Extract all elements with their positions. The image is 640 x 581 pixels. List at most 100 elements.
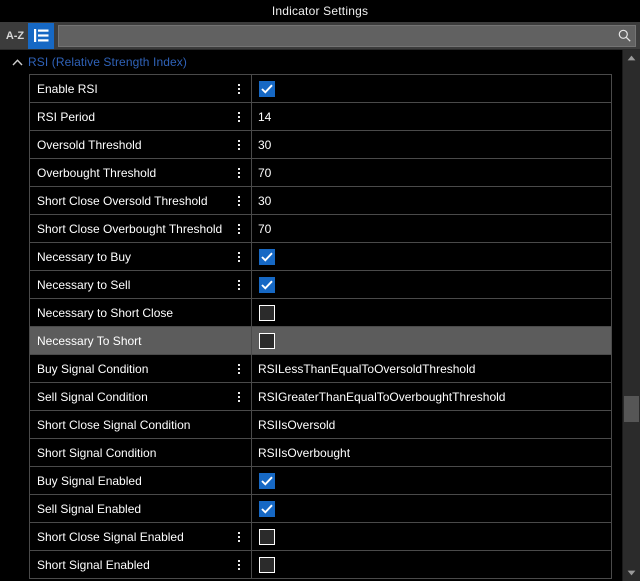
- checkbox-checked-icon[interactable]: [259, 500, 275, 517]
- kebab-menu-icon[interactable]: [231, 279, 247, 290]
- sort-az-label: A-Z: [5, 29, 25, 42]
- group-header-rsi[interactable]: RSI (Relative Strength Index): [0, 50, 622, 74]
- kebab-menu-icon[interactable]: [231, 195, 247, 206]
- caret-down-icon[interactable]: [623, 565, 640, 581]
- row-label: Necessary To Short: [37, 333, 142, 348]
- checkbox-checked-icon[interactable]: [259, 276, 275, 293]
- row-value-cell[interactable]: [252, 551, 611, 578]
- table-row[interactable]: Enable RSI: [30, 75, 611, 103]
- checkbox-unchecked-icon[interactable]: [259, 528, 275, 545]
- table-row[interactable]: Necessary to Sell: [30, 271, 611, 299]
- table-row[interactable]: Overbought Threshold 70: [30, 159, 611, 187]
- row-value-cell[interactable]: [252, 495, 611, 522]
- table-row[interactable]: Oversold Threshold 30: [30, 131, 611, 159]
- row-label-cell: RSI Period: [30, 103, 252, 130]
- row-value: 30: [258, 193, 272, 208]
- table-row[interactable]: Short Close Signal Enabled: [30, 523, 611, 551]
- table-row[interactable]: Short Signal Enabled: [30, 551, 611, 579]
- sort-alphabetical-icon[interactable]: A-Z: [2, 23, 28, 49]
- row-value-cell[interactable]: [252, 75, 611, 102]
- table-row[interactable]: RSI Period 14: [30, 103, 611, 131]
- row-label: RSI Period: [37, 109, 96, 124]
- settings-tree-pane: RSI (Relative Strength Index) Enable RSI…: [0, 50, 622, 581]
- kebab-menu-icon[interactable]: [231, 559, 247, 570]
- row-label: Buy Signal Enabled: [37, 473, 142, 488]
- row-value-cell[interactable]: [252, 243, 611, 270]
- kebab-menu-icon[interactable]: [231, 251, 247, 262]
- row-label: Oversold Threshold: [37, 137, 142, 152]
- kebab-menu-icon[interactable]: [231, 111, 247, 122]
- row-label: Necessary to Short Close: [37, 305, 174, 320]
- search-input[interactable]: [59, 25, 613, 46]
- checkbox-checked-icon[interactable]: [259, 472, 275, 489]
- table-row[interactable]: Necessary To Short: [30, 327, 611, 355]
- caret-up-icon[interactable]: [623, 50, 640, 66]
- row-value: RSIIsOversold: [258, 417, 336, 432]
- table-row[interactable]: Necessary to Buy: [30, 243, 611, 271]
- row-label: Necessary to Buy: [37, 249, 132, 264]
- row-value-cell[interactable]: [252, 523, 611, 550]
- kebab-menu-icon[interactable]: [231, 223, 247, 234]
- table-row[interactable]: Sell Signal Condition RSIGreaterThanEqual…: [30, 383, 611, 411]
- row-label-cell: Buy Signal Condition: [30, 355, 252, 382]
- row-value-cell[interactable]: RSIGreaterThanEqualToOverboughtThreshold: [252, 383, 611, 410]
- table-row[interactable]: Short Close Signal Condition RSIIsOversol…: [30, 411, 611, 439]
- table-row[interactable]: Buy Signal Enabled: [30, 467, 611, 495]
- table-row[interactable]: Necessary to Short Close: [30, 299, 611, 327]
- row-value-cell[interactable]: 30: [252, 187, 611, 214]
- checkbox-unchecked-icon[interactable]: [259, 304, 275, 321]
- row-value-cell[interactable]: [252, 271, 611, 298]
- tree-list-icon[interactable]: [28, 22, 54, 49]
- row-label-cell: Short Close Signal Enabled: [30, 523, 252, 550]
- row-label-cell: Short Signal Condition: [30, 439, 252, 466]
- kebab-menu-icon[interactable]: [231, 363, 247, 374]
- checkbox-checked-icon[interactable]: [259, 80, 275, 97]
- vertical-scrollbar[interactable]: [622, 50, 640, 581]
- table-row[interactable]: Short Close Overbought Threshold 70: [30, 215, 611, 243]
- row-value-cell[interactable]: [252, 467, 611, 494]
- row-value-cell[interactable]: 70: [252, 159, 611, 186]
- row-label-cell: Sell Signal Condition: [30, 383, 252, 410]
- row-value-cell[interactable]: [252, 299, 611, 326]
- row-label: Short Signal Condition: [37, 445, 157, 460]
- table-row[interactable]: Short Close Oversold Threshold 30: [30, 187, 611, 215]
- table-row[interactable]: Short Signal Condition RSIIsOverbought: [30, 439, 611, 467]
- row-label: Enable RSI: [37, 81, 98, 96]
- row-value-cell[interactable]: RSIIsOversold: [252, 411, 611, 438]
- scrollbar-track[interactable]: [623, 66, 640, 565]
- row-value-cell[interactable]: 14: [252, 103, 611, 130]
- row-label: Short Close Overbought Threshold: [37, 221, 223, 236]
- table-row[interactable]: Buy Signal Condition RSILessThanEqualToOv…: [30, 355, 611, 383]
- indicator-settings-window: Indicator Settings A-Z RSI (Relative Str…: [0, 0, 640, 581]
- checkbox-unchecked-icon[interactable]: [259, 556, 275, 573]
- search-icon[interactable]: [613, 26, 635, 46]
- scrollbar-thumb[interactable]: [624, 396, 639, 422]
- row-value: 14: [258, 109, 272, 124]
- chevron-up-icon[interactable]: [6, 50, 28, 74]
- row-value-cell[interactable]: [252, 327, 611, 354]
- group-title: RSI (Relative Strength Index): [28, 55, 187, 69]
- row-value-cell[interactable]: RSIIsOverbought: [252, 439, 611, 466]
- kebab-menu-icon[interactable]: [231, 167, 247, 178]
- checkbox-unchecked-icon[interactable]: [259, 332, 275, 349]
- checkbox-checked-icon[interactable]: [259, 248, 275, 265]
- row-label: Short Signal Enabled: [37, 557, 150, 572]
- row-value-cell[interactable]: 30: [252, 131, 611, 158]
- row-label: Necessary to Sell: [37, 277, 131, 292]
- row-value-cell[interactable]: 70: [252, 215, 611, 242]
- kebab-menu-icon[interactable]: [231, 531, 247, 542]
- row-value-cell[interactable]: RSILessThanEqualToOversoldThreshold: [252, 355, 611, 382]
- table-row[interactable]: Sell Signal Enabled: [30, 495, 611, 523]
- row-label-cell: Short Close Signal Condition: [30, 411, 252, 438]
- kebab-menu-icon[interactable]: [231, 139, 247, 150]
- row-label: Overbought Threshold: [37, 165, 157, 180]
- row-label-cell: Necessary to Sell: [30, 271, 252, 298]
- settings-row-list: Enable RSI RSI Period 14 Oversold Threshold…: [29, 74, 612, 579]
- row-label: Sell Signal Condition: [37, 389, 148, 404]
- search-bar[interactable]: [58, 24, 636, 47]
- row-label-cell: Enable RSI: [30, 75, 252, 102]
- row-label-cell: Buy Signal Enabled: [30, 467, 252, 494]
- kebab-menu-icon[interactable]: [231, 83, 247, 94]
- row-label: Short Close Signal Enabled: [37, 529, 184, 544]
- kebab-menu-icon[interactable]: [231, 391, 247, 402]
